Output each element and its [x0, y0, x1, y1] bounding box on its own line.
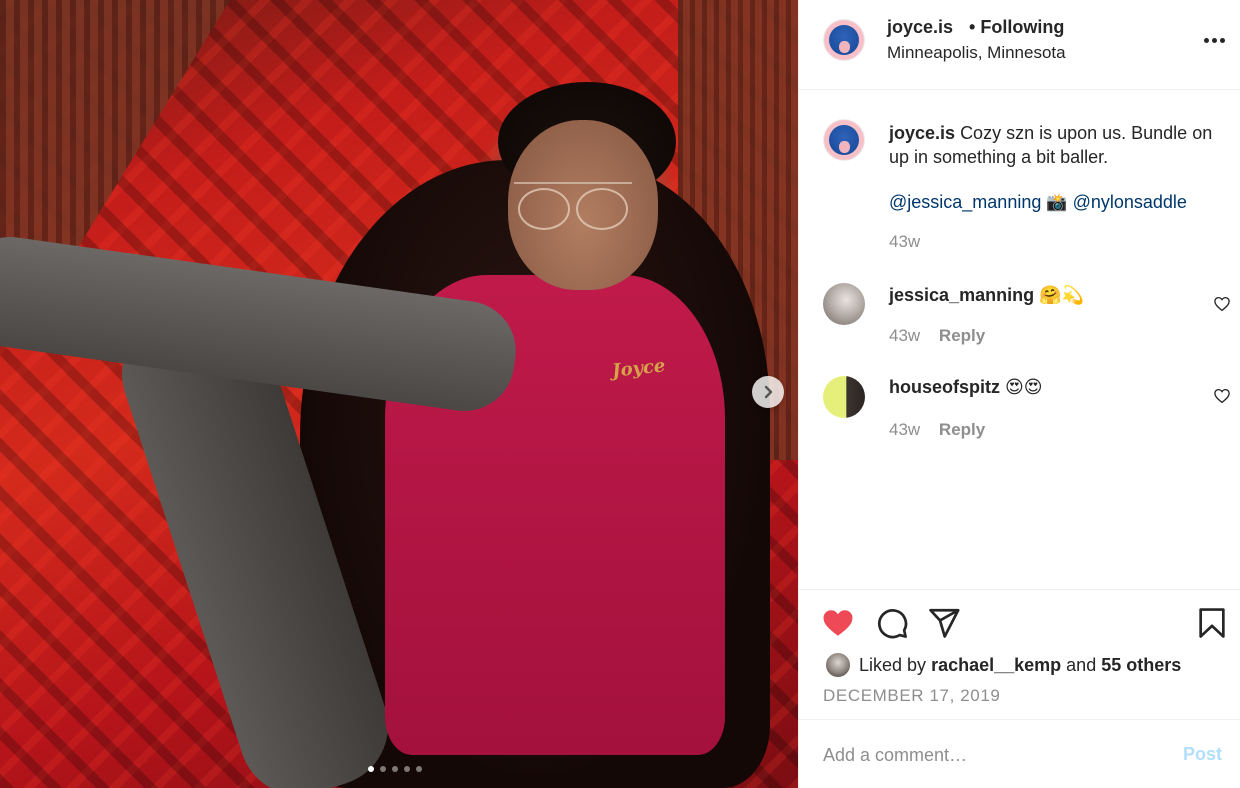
carousel-dot — [368, 766, 374, 772]
likes-summary: Liked by rachael__kemp and 55 others — [825, 652, 1181, 678]
save-icon[interactable] — [1195, 606, 1229, 640]
author-username[interactable]: joyce.is — [887, 17, 953, 38]
comment: jessica_manning 🤗💫 — [889, 285, 1084, 306]
post-location[interactable]: Minneapolis, Minnesota — [887, 43, 1066, 63]
liker-avatar[interactable] — [825, 652, 851, 678]
commenter-avatar[interactable] — [823, 376, 865, 418]
comment-icon[interactable] — [875, 606, 909, 640]
heart-icon[interactable] — [821, 606, 855, 640]
more-icon-dot — [1211, 37, 1217, 43]
post-actions: Liked by rachael__kemp and 55 others DEC… — [799, 589, 1240, 719]
post-media[interactable]: Joyce — [0, 0, 798, 788]
commenter-avatar[interactable] — [823, 283, 865, 325]
comment-meta: 43w Reply — [889, 420, 985, 440]
more-icon-dot — [1219, 37, 1225, 43]
carousel-dot — [416, 766, 422, 772]
post-comment-button[interactable]: Post — [1183, 744, 1222, 765]
caption-avatar[interactable] — [823, 119, 865, 161]
caption-mentions: @jessica_manning 📸 @nylonsaddle — [889, 192, 1187, 213]
avatar-figure — [829, 125, 859, 155]
comment-text: 😍😍 — [1005, 377, 1043, 397]
comment-composer: Post — [799, 719, 1240, 788]
follow-label: Following — [980, 17, 1065, 37]
comment-username[interactable]: houseofspitz — [889, 377, 1000, 397]
avatar-figure — [829, 25, 859, 55]
comment: houseofspitz 😍😍 — [889, 377, 1043, 398]
chevron-right-icon — [764, 385, 773, 399]
heart-icon[interactable] — [1213, 295, 1231, 313]
more-icon — [1203, 37, 1209, 43]
comments-section: joyce.is Cozy szn is upon us. Bundle on … — [799, 91, 1240, 589]
carousel-dot — [380, 766, 386, 772]
follow-status[interactable]: • Following — [969, 17, 1064, 38]
carousel-dot — [404, 766, 410, 772]
liker-username[interactable]: rachael__kemp — [931, 655, 1061, 676]
comment-meta: 43w Reply — [889, 326, 985, 346]
likes-others[interactable]: 55 others — [1101, 655, 1181, 676]
likes-joiner: and — [1066, 654, 1097, 675]
mention-link[interactable]: @jessica_manning — [889, 192, 1041, 212]
carousel-dot — [392, 766, 398, 772]
carousel-next-button[interactable] — [752, 376, 784, 408]
more-options-button[interactable] — [1197, 28, 1231, 52]
author-avatar[interactable] — [823, 19, 865, 61]
comment-timestamp[interactable]: 43w — [889, 420, 920, 439]
post-header: joyce.is • Following Minneapolis, Minnes… — [799, 0, 1240, 90]
carousel-indicator — [368, 766, 422, 772]
likes-prefix: Liked by — [859, 654, 927, 675]
separator: • — [969, 17, 976, 37]
post-date[interactable]: DECEMBER 17, 2019 — [823, 686, 1000, 706]
comment-input[interactable] — [823, 740, 1163, 770]
reply-button[interactable]: Reply — [939, 326, 985, 345]
caption: joyce.is Cozy szn is upon us. Bundle on … — [889, 121, 1229, 169]
comment-text: 🤗💫 — [1039, 285, 1084, 305]
comment-timestamp[interactable]: 43w — [889, 326, 920, 345]
post-panel: joyce.is • Following Minneapolis, Minnes… — [798, 0, 1240, 788]
reply-button[interactable]: Reply — [939, 420, 985, 439]
glasses — [514, 182, 632, 230]
caption-timestamp[interactable]: 43w — [889, 232, 920, 252]
comment-username[interactable]: jessica_manning — [889, 285, 1034, 305]
camera-emoji: 📸 — [1046, 193, 1068, 212]
caption-username[interactable]: joyce.is — [889, 123, 955, 143]
mention-link[interactable]: @nylonsaddle — [1073, 192, 1187, 212]
share-icon[interactable] — [927, 606, 961, 640]
heart-icon[interactable] — [1213, 387, 1231, 405]
